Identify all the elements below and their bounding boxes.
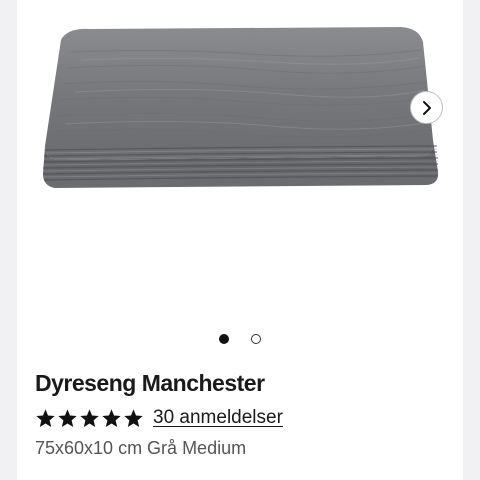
- next-image-button[interactable]: [410, 91, 443, 124]
- star-icon: [36, 408, 55, 427]
- star-icon: [102, 408, 121, 427]
- star-rating: [35, 408, 144, 429]
- product-title: Dyreseng Manchester: [35, 370, 265, 396]
- pet-bed-image: [42, 27, 439, 188]
- product-card: Dyreseng Manchester 30 anmeldelser 75x60…: [17, 0, 463, 480]
- star-icon: [80, 408, 99, 427]
- pagination-dot-1[interactable]: [219, 334, 229, 344]
- star-icon: [124, 408, 143, 427]
- rating-row: 30 anmeldelser: [35, 404, 283, 432]
- product-variant: 75x60x10 cm Grå Medium: [35, 438, 247, 458]
- chevron-right-icon: [422, 100, 431, 115]
- gallery-pagination: [17, 332, 463, 346]
- image-gallery[interactable]: [17, 0, 463, 320]
- pagination-dot-2[interactable]: [251, 334, 261, 344]
- reviews-link[interactable]: 30 anmeldelser: [153, 407, 283, 429]
- star-icon: [58, 408, 77, 427]
